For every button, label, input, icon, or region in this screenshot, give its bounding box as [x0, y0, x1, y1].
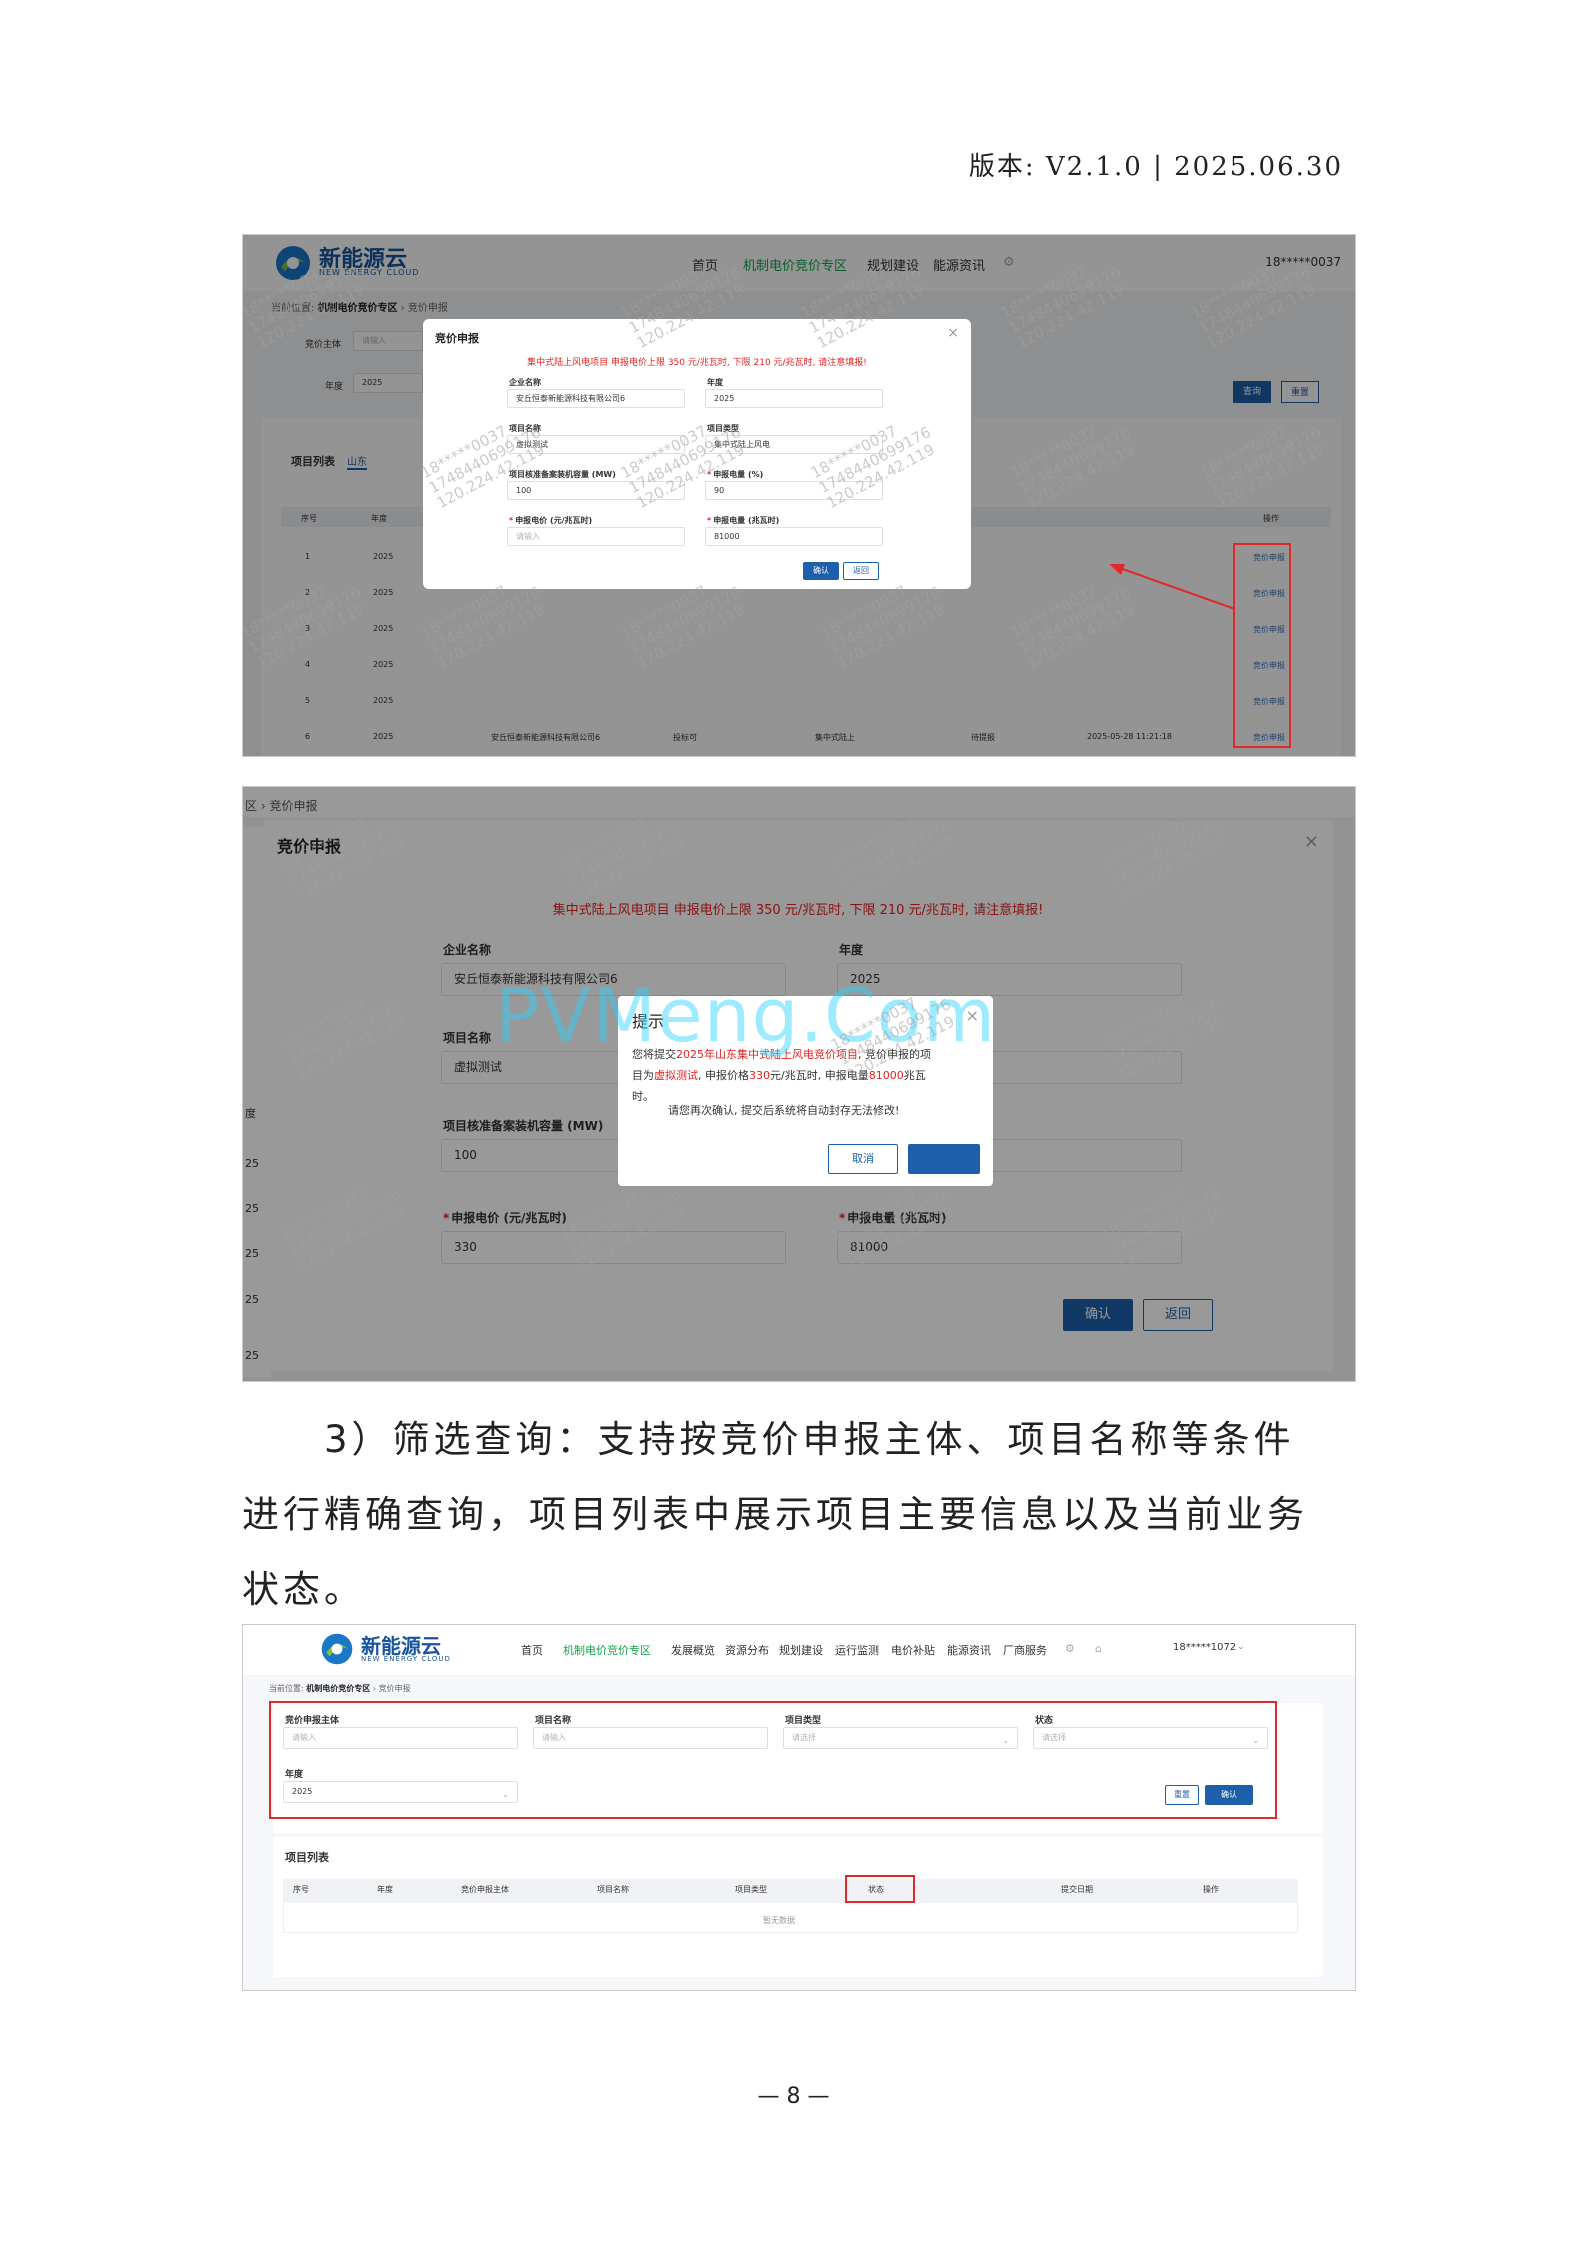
- version-label: 版本: V2.1.0 | 2025.06.30: [968, 152, 1343, 182]
- logo-icon: [321, 1633, 353, 1665]
- top-header: 新能源云 NEW ENERGY CLOUD 首页 机制电价竞价专区 发展概览 资…: [243, 1625, 1355, 1675]
- breadcrumb: 当前位置: 机制电价竞价专区 › 竞价申报: [269, 1684, 411, 1693]
- year-label: 年度: [707, 378, 723, 387]
- col-no: 序号: [293, 1885, 309, 1894]
- list-panel: 项目列表 暂无数据: [273, 1837, 1323, 1977]
- home-icon[interactable]: ⌂: [1095, 1642, 1102, 1655]
- year-field[interactable]: 2025: [705, 389, 883, 408]
- page-number: — 8 —: [757, 2084, 830, 2109]
- modal-title: 竞价申报: [435, 332, 479, 345]
- nav-subsidy[interactable]: 电价补贴: [891, 1642, 935, 1658]
- user-account[interactable]: 18*****1072: [1173, 1642, 1236, 1653]
- price-limit-warning: 集中式陆上风电项目 申报电价上限 350 元/兆瓦时, 下限 210 元/兆瓦时…: [527, 358, 867, 368]
- project-name-field[interactable]: 虚拟测试: [507, 435, 685, 454]
- nav-overview[interactable]: 发展概览: [671, 1642, 715, 1658]
- settings-icon[interactable]: ⚙: [1065, 1642, 1075, 1655]
- ratio-label: * 申报电量 (%): [707, 470, 764, 479]
- screenshot-filter-query: 新能源云 NEW ENERGY CLOUD 首页 机制电价竞价专区 发展概览 资…: [242, 1624, 1356, 1991]
- nav-resources[interactable]: 资源分布: [725, 1642, 769, 1658]
- nav-monitoring[interactable]: 运行监测: [835, 1642, 879, 1658]
- project-type-label: 项目类型: [707, 424, 739, 433]
- nav-bidding-zone[interactable]: 机制电价竞价专区: [563, 1642, 651, 1658]
- table-header: [283, 1879, 1298, 1903]
- col-year: 年度: [377, 1885, 393, 1894]
- project-type-field[interactable]: 集中式陆上风电: [705, 435, 883, 454]
- energy-field[interactable]: 81000: [705, 527, 883, 546]
- body-paragraph-line: 3）筛选查询：支持按竞价申报主体、项目名称等条件: [324, 1418, 1295, 1461]
- nav-home[interactable]: 首页: [521, 1642, 543, 1658]
- nav-planning[interactable]: 规划建设: [779, 1642, 823, 1658]
- col-submit-date: 提交日期: [1061, 1885, 1093, 1894]
- highlight-box: [269, 1701, 1277, 1819]
- arrow-icon: [1109, 564, 1236, 610]
- col-operation: 操作: [1203, 1885, 1219, 1894]
- highlight-box: [845, 1875, 915, 1903]
- company-label: 企业名称: [509, 378, 541, 387]
- price-input[interactable]: 请输入: [507, 527, 685, 546]
- screenshot-bid-modal: 新能源云 NEW ENERGY CLOUD 首页 机制电价竞价专区 规划建设 能…: [242, 234, 1356, 757]
- cancel-button[interactable]: 取消: [828, 1144, 898, 1174]
- capacity-label: 项目核准备案装机容量 (MW): [509, 470, 616, 479]
- body-paragraph-line: 状态。: [242, 1568, 365, 1611]
- list-title: 项目列表: [285, 1851, 329, 1864]
- col-project-type: 项目类型: [735, 1885, 767, 1894]
- empty-state: 暂无数据: [763, 1916, 795, 1925]
- submit-button[interactable]: [908, 1144, 980, 1174]
- nav-vendor[interactable]: 厂商服务: [1003, 1642, 1047, 1658]
- nav-energy-news[interactable]: 能源资讯: [947, 1642, 991, 1658]
- dialog-confirm-note: 请您再次确认, 提交后系统将自动封存无法修改!: [668, 1104, 900, 1117]
- screenshot-confirm-dialog: 区 › 竞价申报 度 25 25 25 25 25 竞价申报 × 集中式陆上风电…: [242, 786, 1356, 1382]
- col-entity: 竞价申报主体: [461, 1885, 509, 1894]
- energy-label: * 申报电量 (兆瓦时): [707, 516, 780, 525]
- site-watermark: PVMeng.Com: [495, 973, 997, 1059]
- ratio-field[interactable]: 90: [705, 481, 883, 500]
- col-project-name: 项目名称: [597, 1885, 629, 1894]
- close-icon[interactable]: ×: [947, 325, 959, 341]
- logo-subtext: NEW ENERGY CLOUD: [361, 1655, 451, 1663]
- capacity-field[interactable]: 100: [507, 481, 685, 500]
- bid-modal: 竞价申报 × 集中式陆上风电项目 申报电价上限 350 元/兆瓦时, 下限 21…: [423, 319, 971, 589]
- chevron-down-icon[interactable]: ⌄: [1237, 1642, 1245, 1652]
- project-name-label: 项目名称: [509, 424, 541, 433]
- body-paragraph-line: 进行精确查询，项目列表中展示项目主要信息以及当前业务: [242, 1493, 1308, 1536]
- price-label: * 申报电价 (元/兆瓦时): [509, 516, 593, 525]
- confirm-button[interactable]: 确认: [803, 562, 839, 580]
- company-field[interactable]: 安丘恒泰新能源科技有限公司6: [507, 389, 685, 408]
- back-button[interactable]: 返回: [843, 562, 879, 580]
